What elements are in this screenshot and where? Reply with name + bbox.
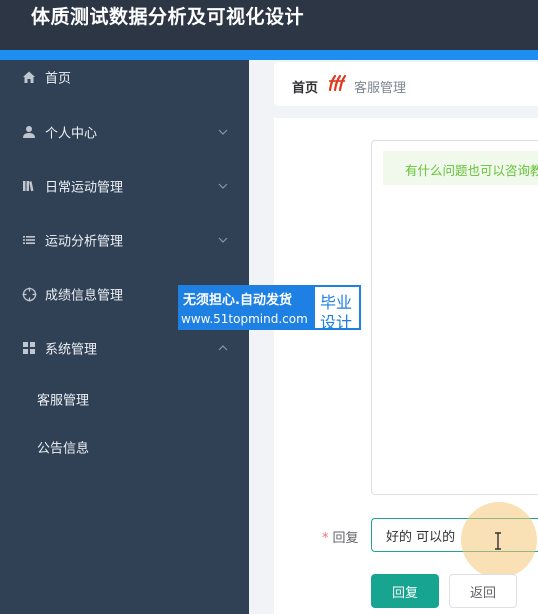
reply-button[interactable]: 回复: [371, 574, 439, 608]
user-icon: [21, 124, 37, 140]
chevron-down-icon: [218, 237, 228, 243]
sidebar-subitem-label: 公告信息: [37, 441, 90, 457]
sidebar-item-home[interactable]: 首页: [0, 50, 249, 104]
required-mark: *: [322, 531, 329, 546]
sidebar-subitem-customer-service[interactable]: 客服管理: [0, 375, 249, 423]
sidebar: 首页 个人中心 日常运动管理 运动分析管理 成绩信息管理 系统管理 客服管理 公…: [0, 60, 249, 614]
watermark-badge: 毕业 设计: [313, 285, 361, 332]
breadcrumb-current: 客服管理: [354, 81, 407, 96]
chevron-down-icon: [218, 129, 228, 135]
top-header: 体质测试数据分析及可视化设计: [0, 0, 538, 50]
sidebar-item-label: 首页: [45, 71, 72, 87]
back-button[interactable]: 返回: [449, 574, 517, 608]
sidebar-item-daily-exercise[interactable]: 日常运动管理: [0, 159, 249, 213]
home-icon: [21, 69, 37, 85]
watermark-badge-line2: 设计: [320, 313, 353, 332]
sidebar-item-label: 个人中心: [45, 126, 98, 142]
watermark-line1: 无须担心.自动发货: [183, 293, 292, 308]
chat-history-panel[interactable]: [371, 140, 538, 495]
library-icon: [21, 178, 37, 194]
breadcrumb-home[interactable]: 首页: [292, 77, 318, 96]
app-title: 体质测试数据分析及可视化设计: [31, 6, 305, 28]
chevron-up-icon: [218, 345, 228, 351]
chat-message: 有什么问题也可以咨询教: [383, 151, 538, 185]
sidebar-item-label: 成绩信息管理: [45, 288, 124, 304]
grid-icon: [21, 340, 37, 356]
reply-label-text: 回复: [332, 531, 359, 546]
sidebar-item-exercise-analysis[interactable]: 运动分析管理: [0, 213, 249, 267]
breadcrumb: 首页 客服管理: [274, 62, 538, 106]
sidebar-subitem-label: 客服管理: [37, 393, 90, 409]
sidebar-item-label: 系统管理: [45, 342, 98, 358]
chat-message-text: 有什么问题也可以咨询教: [405, 163, 538, 178]
sidebar-subitem-announcements[interactable]: 公告信息: [0, 423, 249, 471]
watermark-banner: 无须担心.自动发货 www.51topmind.com 毕业 设计: [178, 285, 361, 332]
watermark-line2: www.51topmind.com: [181, 312, 308, 326]
sidebar-item-label: 日常运动管理: [45, 180, 124, 196]
chevron-down-icon: [218, 183, 228, 189]
watermark-left-panel: 无须担心.自动发货 www.51topmind.com: [178, 285, 313, 330]
sidebar-item-personal-center[interactable]: 个人中心: [0, 105, 249, 159]
crosshair-icon: [21, 286, 37, 302]
list-icon: [21, 232, 37, 248]
breadcrumb-separator-icon: [328, 74, 347, 92]
reply-label: * 回复: [322, 527, 359, 546]
sidebar-item-label: 运动分析管理: [45, 234, 124, 250]
text-cursor-icon: [495, 532, 501, 550]
